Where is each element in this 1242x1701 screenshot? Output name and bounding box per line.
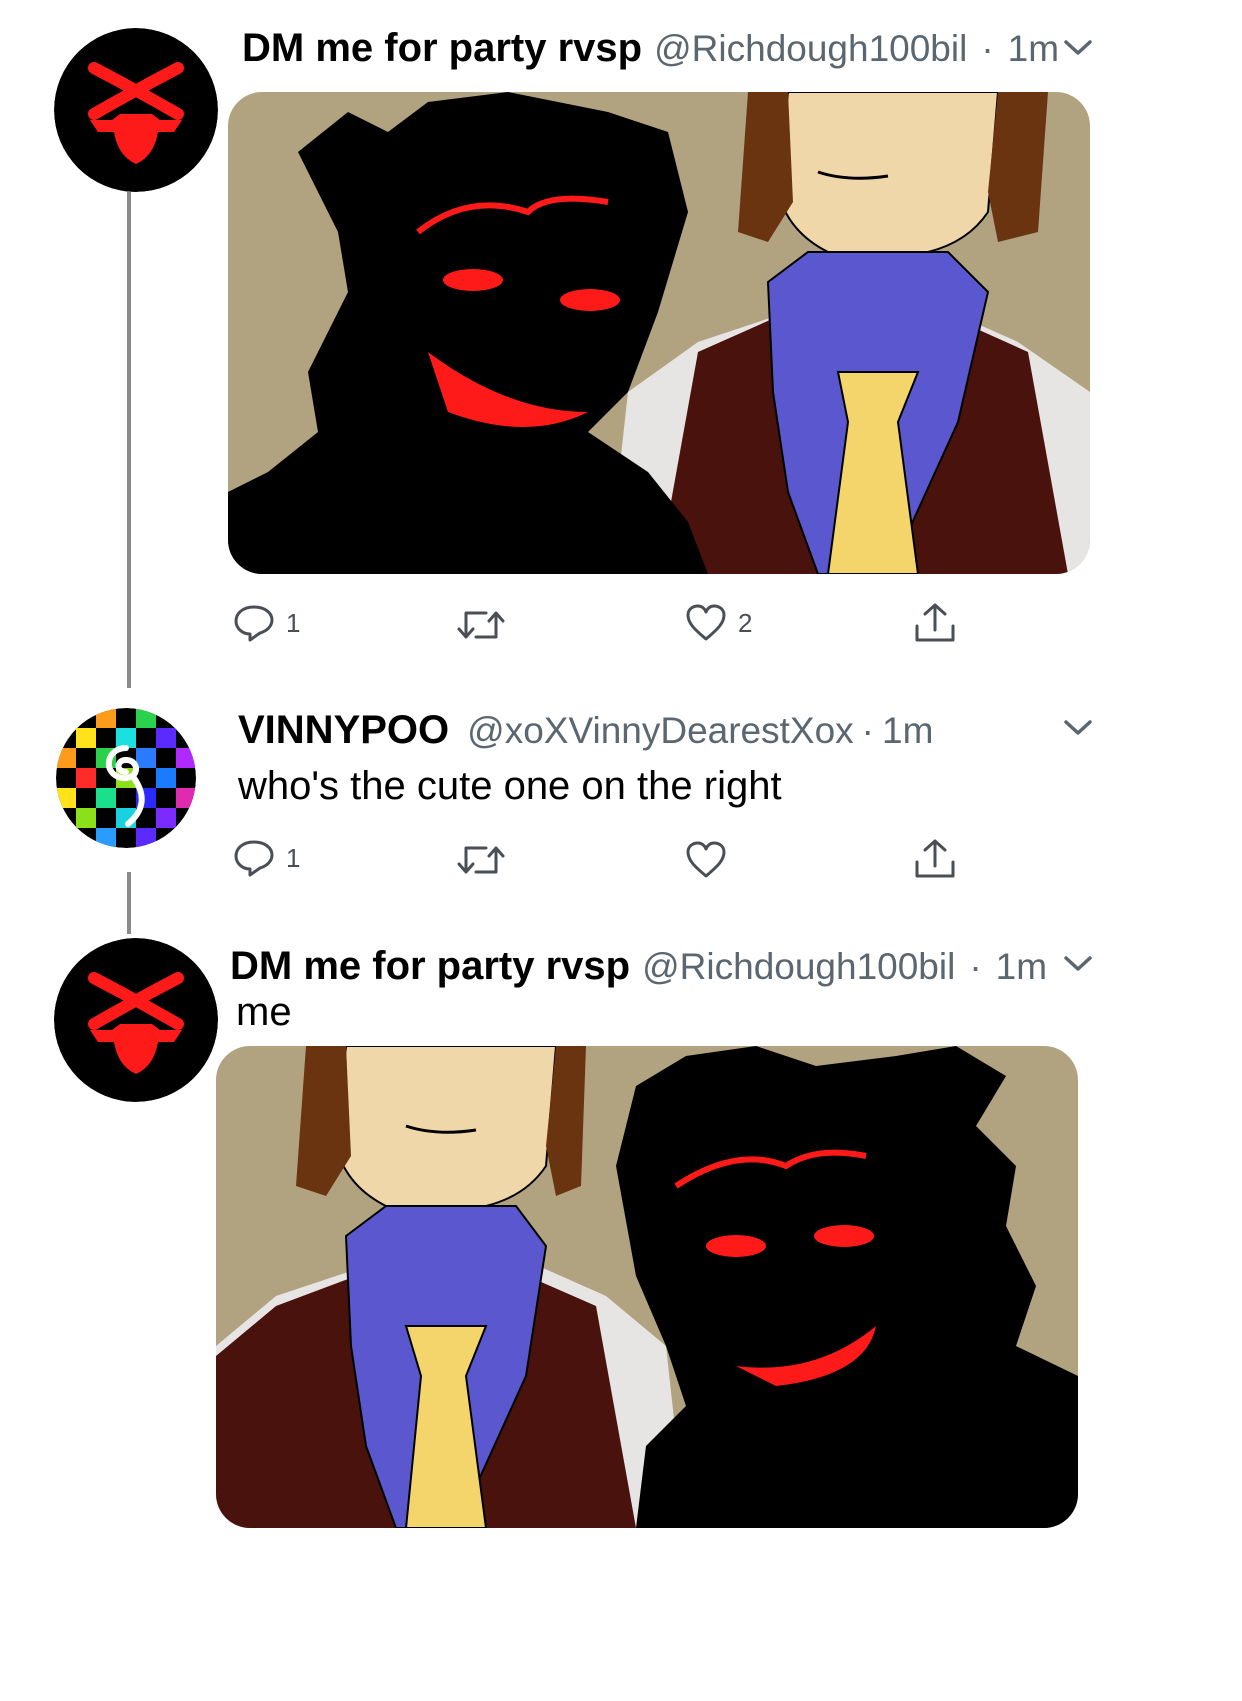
like-button[interactable] (684, 840, 728, 880)
chevron-down-icon[interactable] (1058, 712, 1098, 742)
retweet-icon (457, 611, 505, 639)
like-count: 2 (738, 607, 753, 638)
separator-dot: · (861, 710, 874, 751)
heart-icon (686, 604, 726, 641)
tweet-header: DM me for party rvsp @Richdough100bil · … (230, 944, 1047, 989)
avatar[interactable] (54, 28, 218, 192)
thread-line-2 (127, 872, 131, 934)
tweet-text: me (236, 990, 292, 1034)
tweet-image[interactable] (228, 92, 1090, 574)
reply-count: 1 (286, 842, 301, 873)
display-name[interactable]: DM me for party rvsp (242, 26, 642, 71)
user-handle[interactable]: @Richdough100bil (654, 28, 967, 70)
tweet-text: who's the cute one on the right (238, 764, 782, 808)
retweet-button[interactable] (456, 605, 506, 645)
avatar[interactable] (56, 708, 196, 848)
display-name[interactable]: VINNYPOO (238, 708, 449, 753)
thread-line-1 (127, 192, 131, 688)
share-icon (915, 839, 955, 878)
user-handle[interactable]: @xoXVinnyDearestXox (467, 710, 854, 752)
tweet-image[interactable] (216, 1046, 1078, 1528)
reply-button[interactable]: 1 (232, 603, 300, 643)
timestamp[interactable]: 1m (882, 710, 933, 752)
user-handle[interactable]: @Richdough100bil (642, 946, 955, 988)
separator-dot: · (981, 28, 994, 69)
reply-button[interactable]: 1 (232, 838, 300, 878)
chevron-down-icon[interactable] (1058, 32, 1098, 62)
avatar[interactable] (54, 938, 218, 1102)
reply-icon (234, 840, 274, 877)
retweet-button[interactable] (456, 840, 506, 880)
tweet-header: DM me for party rvsp @Richdough100bil · … (242, 26, 1059, 71)
reply-icon (234, 605, 274, 642)
share-icon (915, 603, 955, 642)
chevron-down-icon[interactable] (1058, 948, 1098, 978)
timestamp[interactable]: 1m (1008, 28, 1059, 70)
share-button[interactable] (912, 600, 958, 646)
heart-icon (686, 841, 726, 878)
retweet-icon (457, 846, 505, 874)
timestamp[interactable]: 1m (996, 946, 1047, 988)
like-button[interactable]: 2 (684, 603, 752, 643)
reply-count: 1 (286, 607, 301, 638)
tweet-header: VINNYPOO @xoXVinnyDearestXox · 1m (238, 708, 933, 753)
share-button[interactable] (912, 836, 958, 882)
display-name[interactable]: DM me for party rvsp (230, 944, 630, 989)
separator-dot: · (969, 946, 982, 987)
